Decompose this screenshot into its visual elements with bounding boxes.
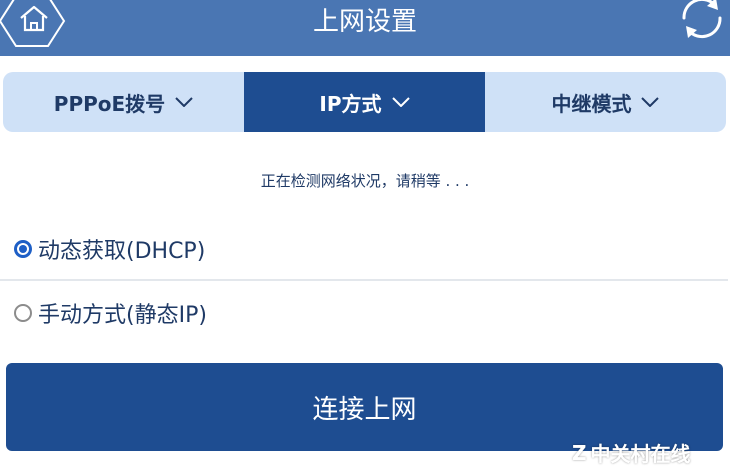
option-label: 动态获取(DHCP) [38,239,206,264]
radio-unselected[interactable] [14,304,32,322]
tab-label: 中继模式 [551,91,632,116]
chevron-down-icon [391,97,410,107]
page-title: 上网设置 [312,7,417,37]
chevron-down-icon [175,97,193,107]
tab-label: IP方式 [319,91,382,116]
radio-selected[interactable] [14,240,32,258]
refresh-button[interactable] [674,0,730,44]
tab-label: PPPoE拨号 [53,91,166,116]
tab-pppoe[interactable]: PPPoE拨号 [3,72,244,132]
option-static-ip[interactable]: 手动方式(静态IP) [0,283,728,343]
status-text: 正在检测网络状况，请稍等 . . . [260,172,470,190]
option-dhcp[interactable]: 动态获取(DHCP) [0,219,728,281]
mode-tabs: PPPoE拨号 IP方式 中继模式 [3,72,726,132]
watermark: Z 中关村在线 [572,438,691,467]
tab-repeater[interactable]: 中继模式 [485,72,726,132]
top-bar: 上网设置 [0,0,730,56]
refresh-icon [682,0,722,39]
chevron-down-icon [641,97,660,107]
option-label: 手动方式(静态IP) [38,303,207,328]
watermark-logo: Z [572,440,587,465]
tab-ip-mode[interactable]: IP方式 [243,72,485,132]
watermark-text: 中关村在线 [590,442,691,466]
